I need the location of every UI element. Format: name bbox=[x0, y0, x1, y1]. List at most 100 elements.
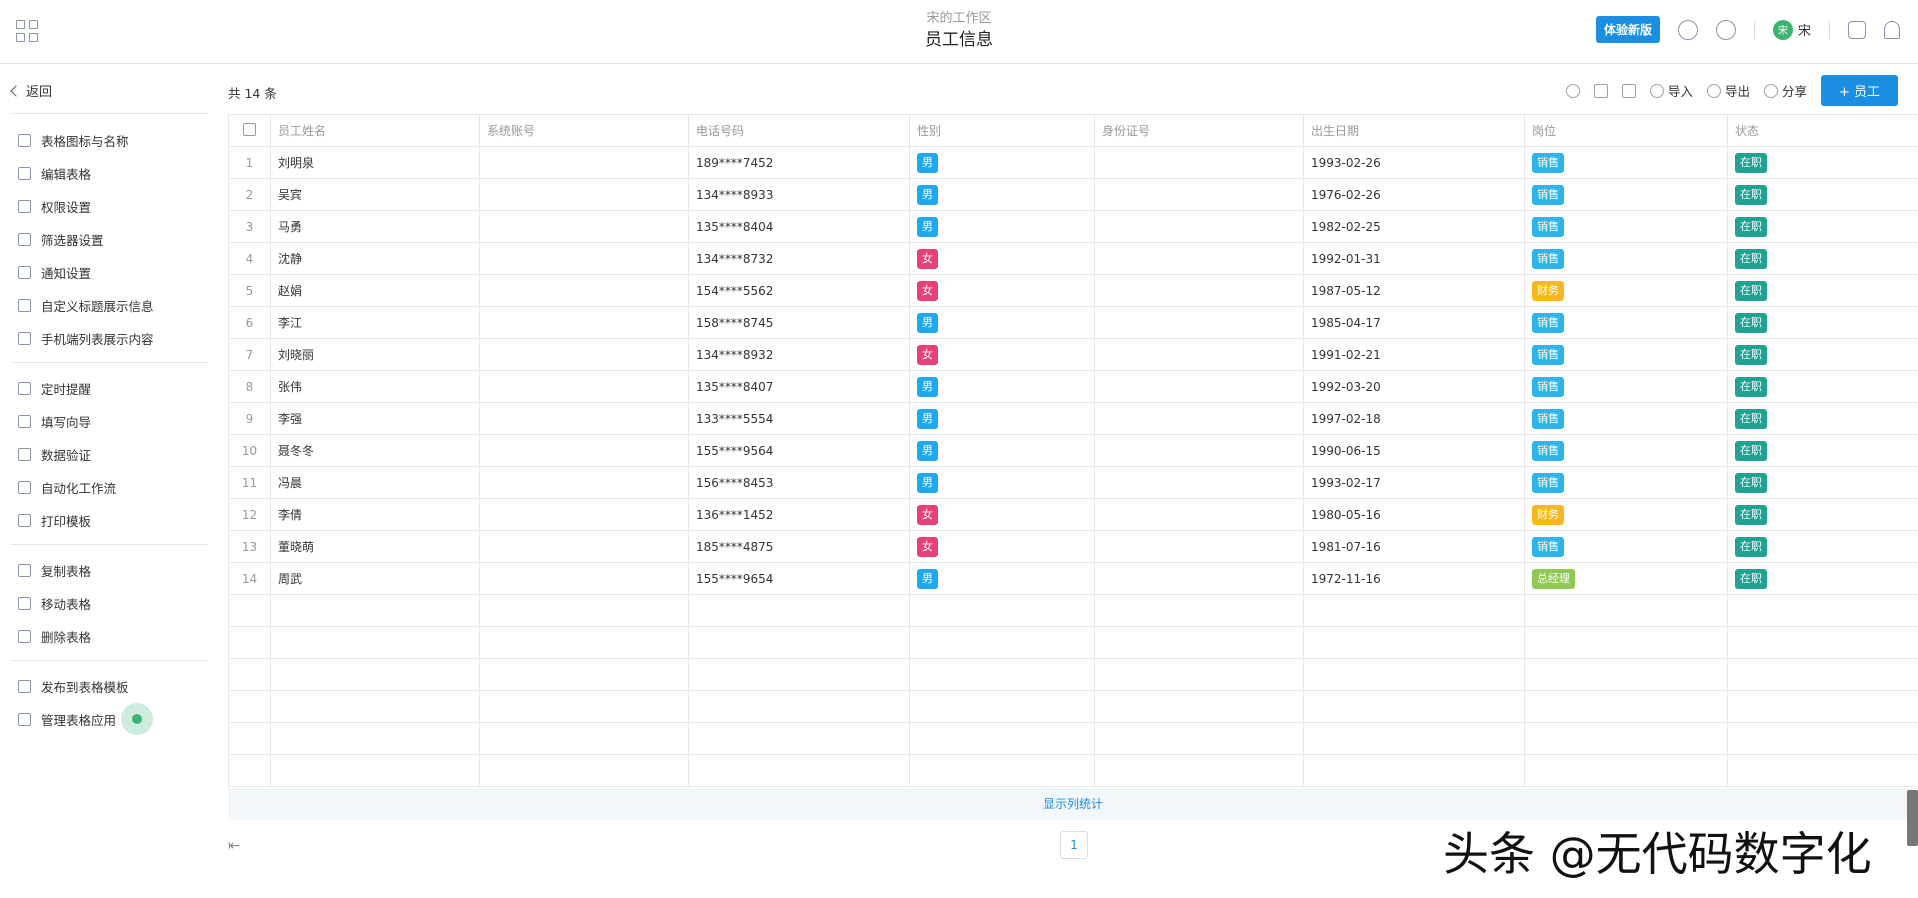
empty-cell[interactable] bbox=[688, 690, 910, 723]
row-number[interactable]: 5 bbox=[228, 274, 271, 307]
empty-cell[interactable] bbox=[270, 690, 480, 723]
employee-name-cell[interactable]: 沈静 bbox=[270, 242, 480, 275]
id-number-cell[interactable] bbox=[1094, 146, 1304, 179]
gender-cell[interactable]: 男 bbox=[909, 146, 1095, 179]
empty-cell[interactable] bbox=[228, 594, 271, 627]
empty-cell[interactable] bbox=[1303, 594, 1525, 627]
phone-cell[interactable]: 185****4875 bbox=[688, 530, 910, 563]
system-account-cell[interactable] bbox=[479, 434, 689, 467]
empty-cell[interactable] bbox=[1524, 754, 1728, 787]
status-cell[interactable]: 在职 bbox=[1727, 242, 1918, 275]
export-button[interactable]: 导出 bbox=[1706, 81, 1750, 100]
sidebar-item-publish-template[interactable]: 发布到表格模板 bbox=[18, 676, 129, 696]
sidebar-item-copy-table[interactable]: 复制表格 bbox=[18, 560, 91, 580]
empty-cell[interactable] bbox=[1727, 658, 1918, 691]
sidebar-item-delete-table[interactable]: 删除表格 bbox=[18, 626, 91, 646]
empty-cell[interactable] bbox=[270, 658, 480, 691]
gender-cell[interactable]: 女 bbox=[909, 274, 1095, 307]
user-menu[interactable]: 宋 宋 bbox=[1772, 19, 1811, 40]
system-account-cell[interactable] bbox=[479, 274, 689, 307]
empty-cell[interactable] bbox=[228, 690, 271, 723]
row-number[interactable]: 6 bbox=[228, 306, 271, 339]
share-button[interactable]: 分享 bbox=[1763, 81, 1807, 100]
gender-cell[interactable]: 男 bbox=[909, 370, 1095, 403]
empty-cell[interactable] bbox=[228, 626, 271, 659]
empty-cell[interactable] bbox=[270, 594, 480, 627]
birth-date-cell[interactable]: 1993-02-17 bbox=[1303, 466, 1525, 499]
birth-date-cell[interactable]: 1990-06-15 bbox=[1303, 434, 1525, 467]
table-row[interactable]: 1 刘明泉 189****7452 男 1993-02-26 销售 在职 bbox=[228, 146, 1918, 179]
empty-cell[interactable] bbox=[1094, 754, 1304, 787]
id-number-cell[interactable] bbox=[1094, 274, 1304, 307]
scroll-grip[interactable] bbox=[1907, 790, 1918, 846]
empty-cell[interactable] bbox=[1303, 626, 1525, 659]
employee-name-cell[interactable]: 赵娟 bbox=[270, 274, 480, 307]
empty-cell[interactable] bbox=[479, 722, 689, 755]
system-account-cell[interactable] bbox=[479, 242, 689, 275]
import-button[interactable]: 导入 bbox=[1649, 81, 1693, 100]
row-number[interactable]: 10 bbox=[228, 434, 271, 467]
position-cell[interactable]: 销售 bbox=[1524, 370, 1728, 403]
empty-cell[interactable] bbox=[479, 754, 689, 787]
column-header[interactable]: 系统账号 bbox=[479, 114, 689, 147]
empty-cell[interactable] bbox=[909, 754, 1095, 787]
row-number[interactable]: 9 bbox=[228, 402, 271, 435]
empty-cell[interactable] bbox=[270, 754, 480, 787]
system-account-cell[interactable] bbox=[479, 498, 689, 531]
table-row[interactable]: 12 李倩 136****1452 女 1980-05-16 财务 在职 bbox=[228, 498, 1918, 531]
sidebar-item-fill-guide[interactable]: 填写向导 bbox=[18, 411, 91, 431]
employee-name-cell[interactable]: 张伟 bbox=[270, 370, 480, 403]
row-number[interactable]: 12 bbox=[228, 498, 271, 531]
search-icon[interactable] bbox=[1565, 83, 1580, 98]
empty-cell[interactable] bbox=[1094, 722, 1304, 755]
position-cell[interactable]: 销售 bbox=[1524, 466, 1728, 499]
employee-name-cell[interactable]: 董晓萌 bbox=[270, 530, 480, 563]
sidebar-item-filter-settings[interactable]: 筛选器设置 bbox=[18, 229, 104, 249]
column-header[interactable]: 身份证号 bbox=[1094, 114, 1304, 147]
row-number[interactable]: 4 bbox=[228, 242, 271, 275]
column-header[interactable]: 状态 bbox=[1727, 114, 1918, 147]
column-header[interactable]: 电话号码 bbox=[688, 114, 910, 147]
show-column-stats-button[interactable]: 显示列统计 bbox=[228, 788, 1918, 820]
phone-cell[interactable]: 189****7452 bbox=[688, 146, 910, 179]
position-cell[interactable]: 销售 bbox=[1524, 530, 1728, 563]
birth-date-cell[interactable]: 1992-01-31 bbox=[1303, 242, 1525, 275]
empty-cell[interactable] bbox=[1727, 690, 1918, 723]
phone-cell[interactable]: 154****5562 bbox=[688, 274, 910, 307]
gender-cell[interactable]: 女 bbox=[909, 530, 1095, 563]
table-row[interactable]: 11 冯晨 156****8453 男 1993-02-17 销售 在职 bbox=[228, 466, 1918, 499]
position-cell[interactable]: 销售 bbox=[1524, 306, 1728, 339]
phone-cell[interactable]: 133****5554 bbox=[688, 402, 910, 435]
status-cell[interactable]: 在职 bbox=[1727, 402, 1918, 435]
empty-cell[interactable] bbox=[1094, 690, 1304, 723]
empty-cell[interactable] bbox=[1303, 658, 1525, 691]
empty-cell[interactable] bbox=[1524, 722, 1728, 755]
gender-cell[interactable]: 女 bbox=[909, 242, 1095, 275]
empty-cell[interactable] bbox=[1303, 690, 1525, 723]
empty-cell[interactable] bbox=[1727, 754, 1918, 787]
empty-row[interactable] bbox=[228, 754, 1918, 787]
id-number-cell[interactable] bbox=[1094, 434, 1304, 467]
gender-cell[interactable]: 男 bbox=[909, 466, 1095, 499]
birth-date-cell[interactable]: 1987-05-12 bbox=[1303, 274, 1525, 307]
column-header[interactable]: 员工姓名 bbox=[270, 114, 480, 147]
gender-cell[interactable]: 男 bbox=[909, 306, 1095, 339]
empty-cell[interactable] bbox=[1524, 626, 1728, 659]
phone-cell[interactable]: 135****8404 bbox=[688, 210, 910, 243]
gender-cell[interactable]: 男 bbox=[909, 434, 1095, 467]
row-number[interactable]: 13 bbox=[228, 530, 271, 563]
position-cell[interactable]: 销售 bbox=[1524, 402, 1728, 435]
sidebar-item-table-icon-name[interactable]: 表格图标与名称 bbox=[18, 130, 129, 150]
empty-cell[interactable] bbox=[1094, 658, 1304, 691]
columns-icon[interactable] bbox=[1621, 83, 1636, 98]
birth-date-cell[interactable]: 1991-02-21 bbox=[1303, 338, 1525, 371]
employee-name-cell[interactable]: 聂冬冬 bbox=[270, 434, 480, 467]
empty-cell[interactable] bbox=[1094, 626, 1304, 659]
empty-row[interactable] bbox=[228, 626, 1918, 659]
phone-cell[interactable]: 156****8453 bbox=[688, 466, 910, 499]
empty-cell[interactable] bbox=[1727, 722, 1918, 755]
bell-icon[interactable] bbox=[1884, 20, 1900, 39]
employee-name-cell[interactable]: 李强 bbox=[270, 402, 480, 435]
system-account-cell[interactable] bbox=[479, 210, 689, 243]
id-number-cell[interactable] bbox=[1094, 178, 1304, 211]
